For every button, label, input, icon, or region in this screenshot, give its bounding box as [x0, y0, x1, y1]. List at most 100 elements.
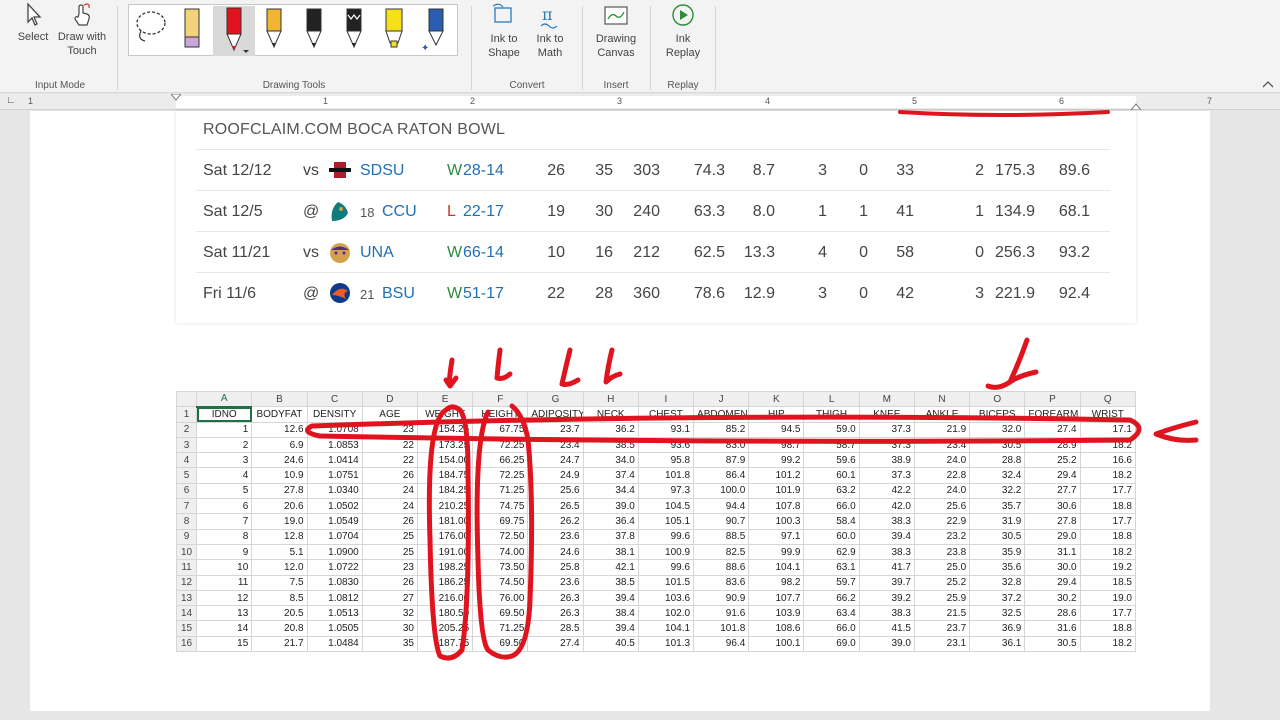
data-cell: 100.9 [637, 543, 695, 561]
data-cell: 63.2 [803, 482, 860, 500]
column-header: M [858, 390, 915, 408]
data-cell: 39.4 [582, 620, 639, 637]
data-cell: 24.0 [913, 482, 971, 500]
game-stat: 58 [896, 244, 914, 261]
opponent-link[interactable]: SDSU [360, 162, 404, 180]
ink-to-shape-button[interactable]: Ink to Shape [482, 2, 526, 60]
game-row[interactable]: Sat 11/21 vs UNA W 66-14 10 16 212 62.5 13.3 4 0 58 0… [196, 231, 1110, 272]
opponent-link[interactable]: UNA [360, 244, 394, 262]
data-cell: 23.6 [527, 574, 584, 591]
game-stat: 10 [547, 244, 565, 261]
game-stat: 26 [547, 162, 565, 179]
data-cell: 32.8 [969, 574, 1026, 591]
data-cell: 69.0 [803, 635, 860, 653]
pen-galaxy-tool[interactable]: ✦ [417, 7, 455, 55]
game-stat: 3 [818, 162, 827, 179]
ink-replay-button[interactable]: Ink Replay [662, 2, 704, 60]
game-score-link[interactable]: 66-14 [463, 244, 504, 262]
variable-header-cell: ANKLE [913, 406, 971, 423]
data-cell: 34.0 [582, 452, 639, 469]
data-cell: 86.4 [693, 467, 750, 484]
game-stat: 28 [595, 285, 613, 302]
data-cell: 108.6 [748, 620, 805, 637]
data-cell: 1.0704 [306, 528, 363, 545]
game-row[interactable]: Sat 12/12 vs SDSU W 28-14 26 35 303 74.3 8.7 3 0 33 2… [196, 149, 1110, 190]
ruler-mark: 6 [1059, 96, 1065, 106]
select-button[interactable]: Select [14, 2, 52, 44]
data-cell: 101.5 [637, 574, 695, 591]
game-stat: 1 [975, 203, 984, 220]
data-cell: 83.0 [693, 436, 750, 454]
data-cell: 24.6 [527, 543, 584, 561]
data-cell: 173.25 [416, 436, 474, 454]
table-row: 14 13 20.5 1.0513 32 180.50 69.50 26.3 38.4 102.0… [175, 605, 1137, 622]
draw-with-touch-button[interactable]: Draw with Touch [56, 2, 108, 58]
tab-selector[interactable]: ∟ [6, 95, 16, 106]
lasso-select-tool[interactable] [131, 7, 169, 55]
drawing-canvas-button[interactable]: Drawing Canvas [592, 2, 640, 60]
data-cell: 59.7 [803, 574, 860, 591]
data-cell: 63.1 [803, 559, 860, 576]
data-cell: 35 [361, 635, 418, 653]
column-header: C [306, 390, 363, 408]
separator [715, 6, 716, 90]
data-cell: 72.25 [472, 467, 529, 484]
highlighter-yellow-tool[interactable] [375, 7, 413, 55]
game-stat: 30 [595, 203, 613, 220]
spreadsheet-image: ABCDEFGHIJKLMNOPQ 1 IDNO BODYFAT DENSITY AGE… [175, 390, 1137, 653]
game-row[interactable]: Sat 12/5 @18 CCU L 22-17 19 30 240 63.3 8.0 1 1 41 1 1… [196, 190, 1110, 231]
data-cell: 42.1 [582, 559, 639, 576]
pencil-lilac-tool[interactable] [173, 7, 211, 55]
column-header: Q [1079, 390, 1137, 408]
data-cell: 21.7 [251, 635, 308, 653]
separator [117, 6, 118, 90]
data-cell: 103.6 [637, 589, 695, 607]
table-row: 5 4 10.9 1.0751 26 184.75 72.25 24.9 37.4 101.8 86… [175, 467, 1137, 484]
data-cell: 19.0 [251, 513, 308, 530]
data-cell: 17.7 [1079, 513, 1137, 530]
right-indent-marker[interactable] [1131, 102, 1141, 110]
pen-black-tool[interactable] [295, 7, 333, 55]
left-indent-marker[interactable] [171, 94, 181, 102]
variable-header-cell: BODYFAT [251, 406, 308, 423]
game-score-link[interactable]: 51-17 [463, 285, 504, 303]
game-score-link[interactable]: 28-14 [463, 162, 504, 180]
galaxy-pen-icon: ✦ [421, 8, 444, 54]
data-cell: 74.00 [472, 543, 529, 561]
una-logo-icon [330, 243, 350, 263]
data-cell: 26 [361, 513, 418, 530]
data-cell: 59.6 [803, 452, 860, 469]
table-row: 12 11 7.5 1.0830 26 186.25 74.50 23.6 38.5 101.5 8… [175, 574, 1137, 591]
pen-zigzag-tool[interactable] [335, 7, 373, 55]
column-header: J [693, 390, 750, 408]
team-rank: 18 [360, 205, 375, 220]
data-cell: 22.8 [913, 467, 971, 484]
pen-red-tool-selected[interactable] [213, 6, 255, 56]
data-cell: 99.6 [637, 559, 695, 576]
collapse-ribbon-icon[interactable] [1262, 80, 1274, 88]
game-stat: 92.4 [1058, 285, 1090, 302]
data-cell: 72.25 [472, 436, 529, 454]
game-stat: 41 [896, 203, 914, 220]
opponent-link[interactable]: CCU [382, 203, 417, 221]
data-cell: 36.4 [582, 513, 639, 530]
game-row[interactable]: Fri 11/6 @21 BSU W 51-17 22 28 360 78.6 12.9 3 0 42 3… [196, 272, 1110, 313]
data-cell: 31.9 [969, 513, 1026, 530]
data-cell: 101.8 [637, 467, 695, 484]
ink-to-math-button[interactable]: π Ink to Math [528, 2, 572, 60]
horizontal-ruler[interactable]: ∟ 1 1 2 3 4 5 6 7 [0, 94, 1280, 110]
data-cell: 23 [361, 559, 418, 576]
bsu-logo-icon [330, 283, 350, 303]
data-cell: 94.4 [693, 498, 750, 515]
game-score-link[interactable]: 22-17 [463, 203, 504, 221]
pen-orange-tool[interactable] [255, 7, 293, 55]
opponent-link[interactable]: BSU [382, 285, 415, 303]
drawing-tools-group-label: Drawing Tools [262, 80, 326, 91]
game-stat: 221.9 [995, 285, 1036, 302]
data-cell: 27.8 [1024, 513, 1081, 530]
data-cell: 87.9 [693, 452, 750, 469]
select-all-corner [175, 390, 198, 408]
data-cell: 32.5 [969, 605, 1026, 622]
pen-gallery[interactable]: ✦ [128, 4, 458, 56]
data-cell: 32 [361, 605, 418, 622]
